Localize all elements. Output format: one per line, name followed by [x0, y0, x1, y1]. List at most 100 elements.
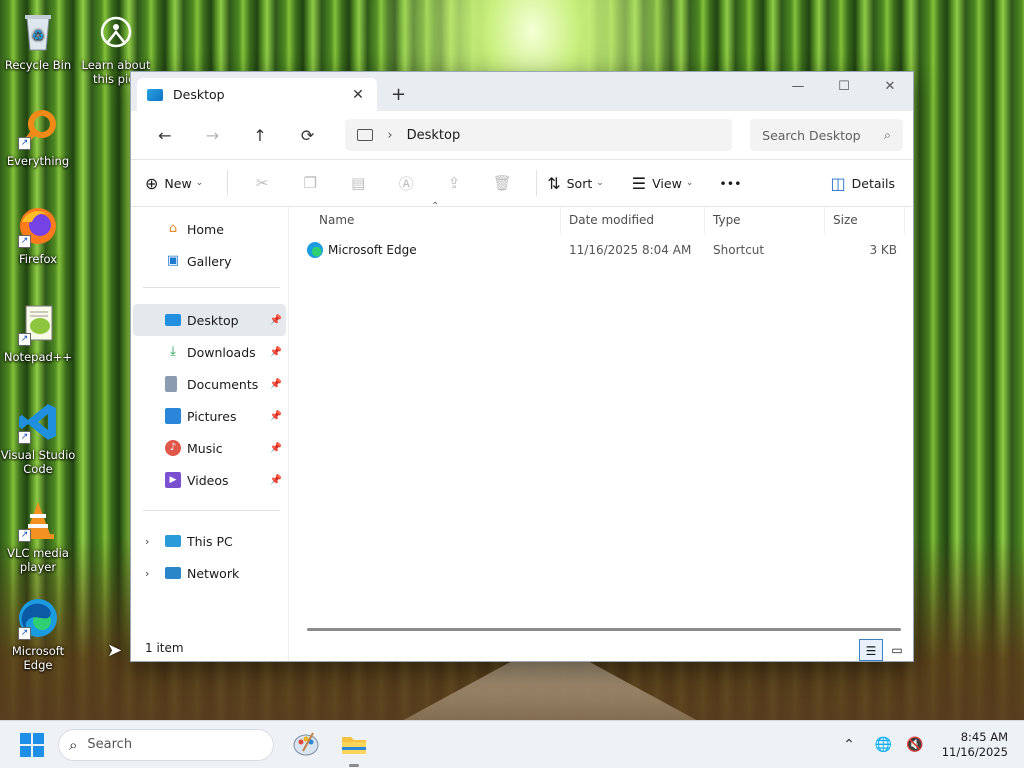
shortcut-arrow-icon: ↗: [18, 235, 31, 248]
search-placeholder: Search Desktop: [762, 127, 861, 143]
breadcrumb[interactable]: › Desktop: [345, 119, 733, 151]
file-explorer-folder-icon: [342, 736, 366, 754]
mouse-cursor-icon: ➤: [107, 640, 123, 661]
notepad-plus-plus-icon: ↗: [16, 302, 60, 346]
sidebar-item-desktop[interactable]: Desktop 📌: [133, 304, 286, 336]
desktop-icon-label: Visual Studio Code: [0, 448, 76, 476]
column-header-name[interactable]: Name: [289, 207, 561, 233]
pin-icon[interactable]: 📌: [270, 475, 282, 486]
pin-icon[interactable]: 📌: [270, 411, 282, 422]
address-bar: ← → ↑ ⟳ › Desktop Search Desktop ⌕: [131, 111, 913, 159]
breadcrumb-current[interactable]: Desktop: [407, 128, 461, 143]
paste-icon[interactable]: ▤: [334, 174, 382, 192]
refresh-button[interactable]: ⟳: [284, 126, 332, 145]
pin-icon[interactable]: 📌: [270, 379, 282, 390]
sort-arrows-icon: ⇅: [547, 173, 561, 193]
clock[interactable]: 8:45 AM 11/16/2025: [942, 730, 1008, 760]
desktop-icon-everything[interactable]: ↗ Everything: [0, 106, 76, 168]
sidebar-item-home[interactable]: ⌂ Home: [133, 213, 286, 245]
file-type: Shortcut: [713, 243, 765, 257]
taskbar-file-explorer[interactable]: [338, 729, 370, 767]
taskbar-search[interactable]: ⌕ Search: [58, 728, 274, 761]
desktop-icon-label: Notepad++: [3, 350, 73, 364]
sidebar-item-pictures[interactable]: Pictures 📌: [133, 400, 286, 432]
search-input[interactable]: Search Desktop ⌕: [750, 119, 904, 151]
desktop-icon-label: Recycle Bin: [4, 58, 72, 72]
cut-icon[interactable]: ✂: [238, 174, 286, 192]
tab-close-button[interactable]: ✕: [349, 87, 367, 103]
taskbar-paint-app[interactable]: [290, 729, 322, 761]
sidebar-item-music[interactable]: ♪ Music 📌: [133, 432, 286, 464]
minimize-button[interactable]: —: [775, 72, 821, 102]
navigation-pane: ⌂ Home ▣ Gallery Desktop 📌 ⤓ Downloads 📌…: [131, 207, 289, 661]
horizontal-scrollbar[interactable]: [307, 628, 901, 631]
new-button[interactable]: ⊕ New ⌄: [145, 174, 203, 193]
microsoft-edge-icon: ↗: [16, 596, 60, 640]
search-icon: ⌕: [69, 735, 78, 754]
sidebar-item-label: This PC: [187, 533, 233, 549]
up-button[interactable]: ↑: [236, 126, 284, 145]
column-header-size[interactable]: Size: [825, 207, 905, 233]
sidebar-item-videos[interactable]: ▶ Videos 📌: [133, 464, 286, 496]
chevron-up-icon[interactable]: ⌃: [843, 737, 855, 753]
chevron-right-icon[interactable]: ›: [145, 567, 149, 580]
sidebar-item-label: Videos: [187, 472, 229, 488]
toolbar-divider: [227, 170, 229, 196]
everything-search-icon: ↗: [16, 106, 60, 150]
tab-desktop[interactable]: Desktop ✕: [137, 78, 377, 111]
microsoft-edge-icon: [307, 242, 323, 258]
desktop-icon-microsoft-edge[interactable]: ↗ Microsoft Edge: [0, 596, 76, 672]
back-button[interactable]: ←: [141, 126, 189, 145]
new-tab-button[interactable]: +: [391, 84, 406, 105]
view-button[interactable]: ☰ View ⌄: [632, 174, 694, 193]
sidebar-item-this-pc[interactable]: › This PC: [133, 525, 286, 557]
sidebar-item-downloads[interactable]: ⤓ Downloads 📌: [133, 336, 286, 368]
sidebar-item-documents[interactable]: Documents 📌: [133, 368, 286, 400]
maximize-button[interactable]: ☐: [821, 72, 867, 102]
sidebar-item-label: Music: [187, 440, 223, 456]
details-pane-button[interactable]: ◫ Details: [831, 174, 895, 193]
chevron-down-icon: ⌄: [685, 178, 694, 188]
music-note-icon: ♪: [165, 440, 181, 456]
start-button[interactable]: [20, 732, 44, 757]
details-view-toggle-icon[interactable]: ☰: [859, 639, 883, 661]
shortcut-arrow-icon: ↗: [18, 137, 31, 150]
delete-icon[interactable]: 🗑: [478, 174, 526, 192]
desktop-icon-notepad-plus-plus[interactable]: ↗ Notepad++: [0, 302, 76, 364]
pin-icon[interactable]: 📌: [270, 315, 282, 326]
desktop-icon-vlc[interactable]: ↗ VLC media player: [0, 498, 76, 574]
pin-icon[interactable]: 📌: [270, 347, 282, 358]
vlc-cone-icon: ↗: [16, 498, 60, 542]
rename-icon[interactable]: Ⓐ: [382, 173, 430, 194]
copy-icon[interactable]: ❐: [286, 174, 334, 192]
close-button[interactable]: ✕: [867, 72, 913, 102]
sort-button[interactable]: ⇅ Sort ⌄: [547, 174, 604, 193]
sidebar-item-gallery[interactable]: ▣ Gallery: [133, 245, 286, 277]
breadcrumb-separator[interactable]: ›: [387, 128, 392, 143]
sidebar-item-network[interactable]: › Network: [133, 557, 286, 589]
desktop-icon-label: Firefox: [18, 252, 58, 266]
column-header-date-modified[interactable]: Date modified: [561, 207, 705, 233]
desktop-icon-vscode[interactable]: ↗ Visual Studio Code: [0, 400, 76, 476]
desktop-icon-recycle-bin[interactable]: ♻ Recycle Bin: [0, 10, 76, 72]
tiles-view-toggle-icon[interactable]: ▭: [885, 639, 909, 661]
network-icon: [165, 567, 181, 579]
this-pc-icon: [165, 535, 181, 547]
forward-button[interactable]: →: [189, 126, 237, 145]
volume-muted-icon[interactable]: 🔇: [906, 737, 923, 753]
clock-date: 11/16/2025: [941, 745, 1008, 759]
column-header-type[interactable]: Type: [705, 207, 825, 233]
learn-about-picture-icon: [94, 10, 138, 54]
shortcut-arrow-icon: ↗: [18, 431, 31, 444]
globe-network-icon[interactable]: 🌐: [875, 737, 892, 753]
share-icon[interactable]: ⇪: [430, 174, 478, 192]
file-row[interactable]: Microsoft Edge 11/16/2025 8:04 AM Shortc…: [289, 237, 913, 263]
item-count: 1 item: [145, 641, 184, 655]
desktop-folder-icon: [165, 314, 181, 326]
tab-title: Desktop: [173, 87, 225, 102]
new-button-label: New: [164, 175, 192, 191]
chevron-right-icon[interactable]: ›: [145, 535, 149, 548]
more-options-button[interactable]: •••: [719, 176, 741, 191]
desktop-icon-firefox[interactable]: ↗ Firefox: [0, 204, 76, 266]
pin-icon[interactable]: 📌: [270, 443, 282, 454]
